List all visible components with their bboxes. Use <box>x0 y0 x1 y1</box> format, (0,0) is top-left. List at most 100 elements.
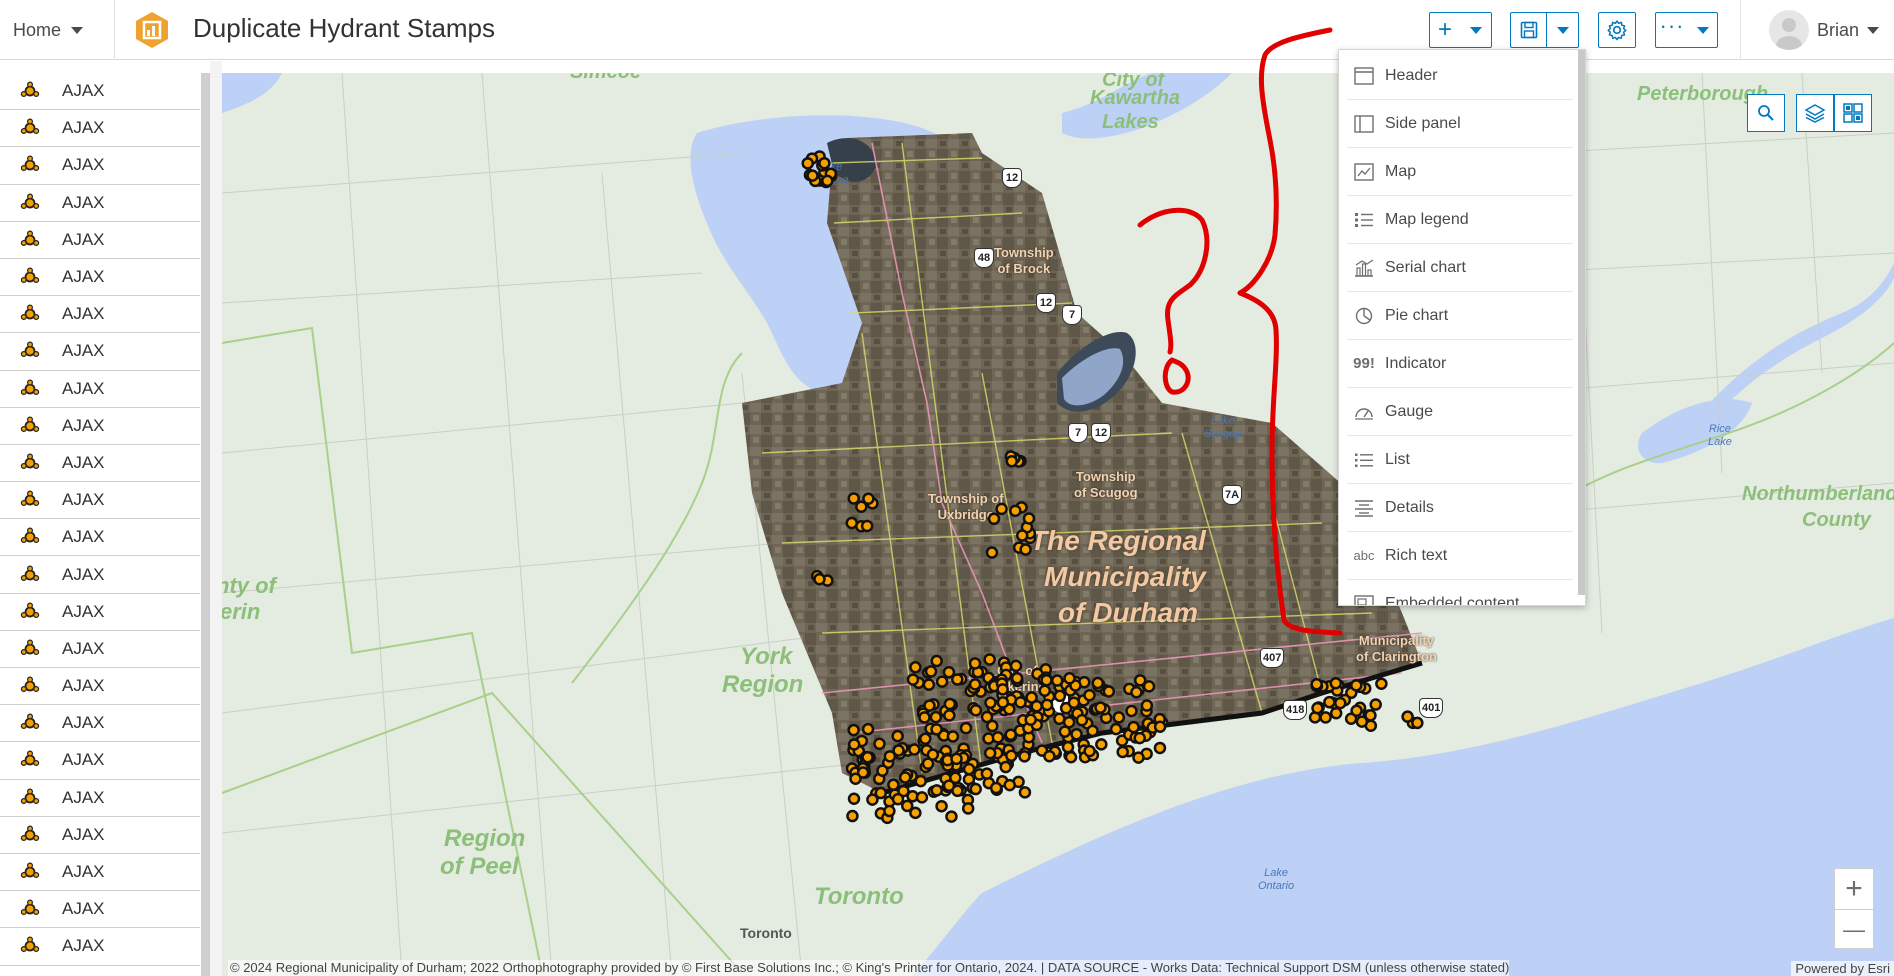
hydrant-marker[interactable] <box>1311 701 1324 715</box>
hydrant-marker[interactable] <box>821 174 834 188</box>
hydrant-marker[interactable] <box>898 771 912 784</box>
list-item[interactable]: AJAX <box>0 519 200 557</box>
hydrant-marker[interactable] <box>909 661 922 674</box>
list-item[interactable]: AJAX <box>0 110 200 148</box>
menu-item-list[interactable]: List <box>1347 436 1573 484</box>
menu-item-serial-chart[interactable]: Serial chart <box>1347 244 1573 292</box>
hydrant-marker[interactable] <box>1064 750 1078 764</box>
hydrant-marker[interactable] <box>1018 786 1032 799</box>
hydrant-marker[interactable] <box>999 760 1012 774</box>
save-options-button[interactable] <box>1547 13 1578 47</box>
hydrant-marker[interactable] <box>959 721 973 735</box>
hydrant-marker[interactable] <box>1009 504 1022 518</box>
hydrant-marker[interactable] <box>1125 704 1138 718</box>
hydrant-marker[interactable] <box>845 516 858 530</box>
zoom-out-button[interactable]: — <box>1835 909 1873 949</box>
hydrant-marker[interactable] <box>980 767 994 780</box>
hydrant-marker[interactable] <box>1038 684 1052 697</box>
hydrant-marker[interactable] <box>1369 698 1382 711</box>
hydrant-marker[interactable] <box>1009 659 1023 673</box>
hydrant-marker[interactable] <box>968 678 982 691</box>
hydrant-marker[interactable] <box>1133 731 1146 745</box>
hydrant-marker[interactable] <box>929 710 943 724</box>
menu-item-rich-text[interactable]: abc Rich text <box>1347 532 1573 580</box>
hydrant-marker[interactable] <box>873 737 886 751</box>
hydrant-marker[interactable] <box>847 723 860 737</box>
hydrant-marker[interactable] <box>919 732 932 745</box>
list-item[interactable]: AJAX <box>0 854 200 892</box>
hydrant-marker[interactable] <box>943 709 956 722</box>
hydrant-marker[interactable] <box>847 492 860 505</box>
hydrant-marker[interactable] <box>968 657 982 670</box>
hydrant-marker[interactable] <box>969 704 983 717</box>
menu-item-gauge[interactable]: Gauge <box>1347 388 1573 436</box>
map-search-button[interactable] <box>1747 94 1785 132</box>
hydrant-marker[interactable] <box>1005 454 1019 468</box>
hydrant-marker[interactable] <box>883 804 896 818</box>
hydrant-marker[interactable] <box>987 512 1001 526</box>
list-item[interactable]: AJAX <box>0 817 200 854</box>
hydrant-marker[interactable] <box>1329 676 1343 690</box>
hydrant-marker[interactable] <box>1003 778 1016 792</box>
hydrant-marker[interactable] <box>1116 745 1129 759</box>
hydrant-marker[interactable] <box>1043 749 1056 763</box>
hydrant-marker[interactable] <box>1004 728 1017 741</box>
hydrant-marker[interactable] <box>950 752 963 766</box>
hydrant-marker[interactable] <box>996 696 1010 709</box>
hydrant-marker[interactable] <box>1130 686 1143 699</box>
hydrant-marker[interactable] <box>924 665 938 678</box>
hydrant-marker[interactable] <box>1014 696 1027 709</box>
hydrant-marker[interactable] <box>951 784 964 798</box>
list-item[interactable]: AJAX <box>0 928 200 966</box>
hydrant-marker[interactable] <box>1091 676 1105 690</box>
hydrant-marker[interactable] <box>930 654 943 668</box>
hydrant-marker[interactable] <box>1109 722 1123 736</box>
hydrant-marker[interactable] <box>876 764 889 777</box>
hydrant-marker[interactable] <box>847 792 861 806</box>
hydrant-marker[interactable] <box>949 771 962 785</box>
list-item[interactable]: AJAX <box>0 556 200 594</box>
hydrant-marker[interactable] <box>1086 724 1099 738</box>
hydrant-marker[interactable] <box>935 675 949 688</box>
home-menu-button[interactable]: Home <box>0 0 115 60</box>
hydrant-marker[interactable] <box>1310 677 1323 691</box>
menu-item-embedded-content[interactable]: Embedded content <box>1347 580 1573 605</box>
menu-item-map-legend[interactable]: Map legend <box>1347 196 1573 244</box>
list-item[interactable]: AJAX <box>0 259 200 297</box>
hydrant-marker[interactable] <box>1010 671 1024 685</box>
hydrant-marker[interactable] <box>1094 701 1107 714</box>
hydrant-marker[interactable] <box>1153 720 1167 733</box>
hydrant-marker[interactable] <box>1053 712 1066 726</box>
hydrant-marker[interactable] <box>1095 738 1108 751</box>
hydrant-marker[interactable] <box>1019 543 1032 556</box>
menu-item-pie-chart[interactable]: Pie chart <box>1347 292 1573 340</box>
hydrant-marker[interactable] <box>887 778 900 791</box>
hydrant-marker[interactable] <box>1005 749 1018 762</box>
hydrant-marker[interactable] <box>1070 727 1083 741</box>
hydrant-marker[interactable] <box>891 792 905 806</box>
hydrant-marker[interactable] <box>1355 715 1369 728</box>
hydrant-marker[interactable] <box>1040 673 1053 687</box>
hydrant-marker[interactable] <box>1075 713 1089 727</box>
hydrant-marker[interactable] <box>1350 679 1363 692</box>
hydrant-marker[interactable] <box>946 730 960 743</box>
map-basemap-button[interactable] <box>1834 94 1872 132</box>
list-item[interactable]: AJAX <box>0 742 200 780</box>
powered-by-esri-link[interactable]: Powered by Esri <box>1791 961 1894 976</box>
hydrant-marker[interactable] <box>962 762 976 776</box>
menu-scrollbar[interactable] <box>1578 50 1585 595</box>
hydrant-marker[interactable] <box>801 157 814 170</box>
hydrant-marker[interactable] <box>1350 704 1363 717</box>
hydrant-marker[interactable] <box>980 710 994 724</box>
list-item[interactable]: AJAX <box>0 891 200 929</box>
list-scrollbar[interactable] <box>201 73 210 976</box>
hydrant-marker[interactable] <box>961 802 975 815</box>
menu-item-header[interactable]: Header <box>1347 52 1573 100</box>
menu-item-side-panel[interactable]: Side panel <box>1347 100 1573 148</box>
hydrant-marker[interactable] <box>1132 751 1145 764</box>
hydrant-marker[interactable] <box>1319 711 1332 724</box>
hydrant-marker[interactable] <box>1112 711 1126 724</box>
hydrant-marker[interactable] <box>861 722 875 736</box>
hydrant-marker[interactable] <box>1025 691 1038 704</box>
hydrant-marker[interactable] <box>991 731 1005 744</box>
